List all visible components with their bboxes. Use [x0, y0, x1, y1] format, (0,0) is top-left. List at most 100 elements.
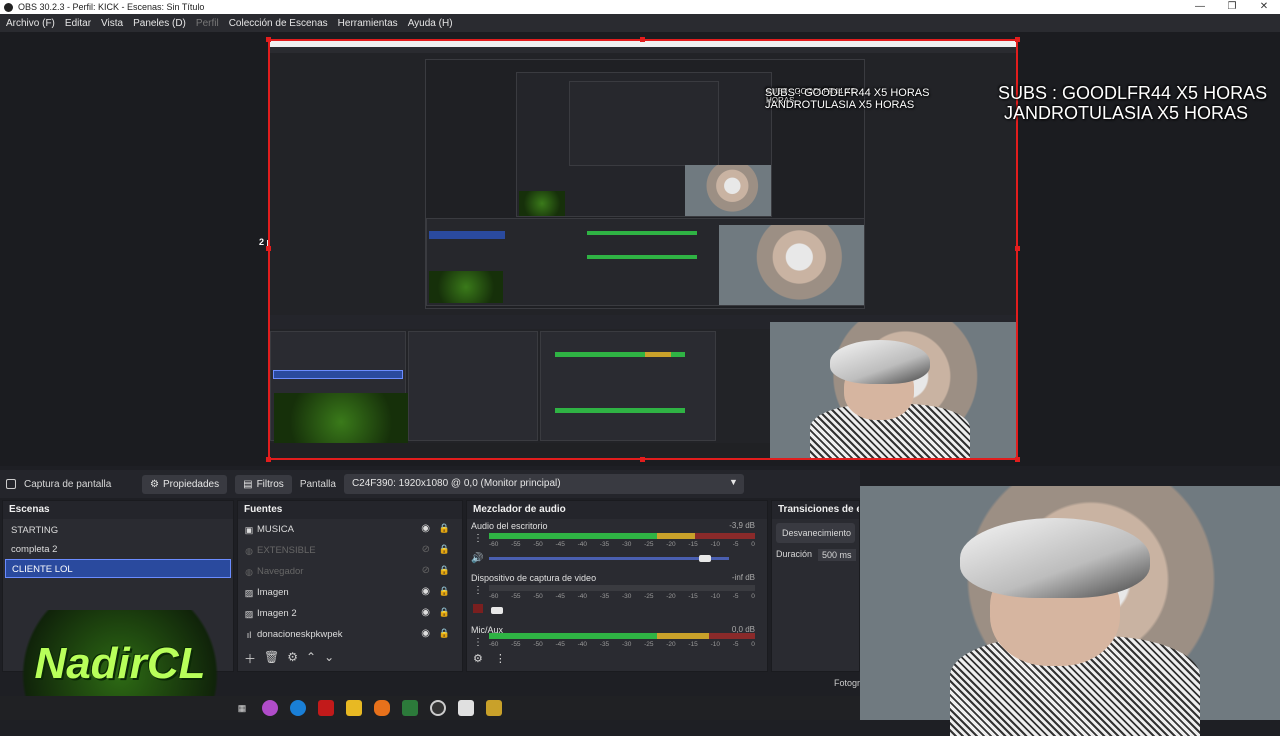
add-source-icon[interactable]: ＋ [244, 650, 256, 667]
resize-handle-bc[interactable] [640, 457, 645, 462]
notepad-icon[interactable] [486, 700, 502, 716]
menu-vista[interactable]: Vista [101, 18, 123, 29]
lock-icon[interactable]: 🔒 [439, 523, 450, 534]
store-icon[interactable] [458, 700, 474, 716]
source-settings-icon[interactable]: ⚙ [287, 650, 298, 667]
app-icon[interactable] [402, 700, 418, 716]
meter-tick-label: -30 [621, 541, 632, 548]
eye-hidden-icon[interactable]: ⊘ [422, 544, 430, 555]
duration-label: Duración [776, 549, 813, 559]
meter-tick-label: -20 [666, 541, 676, 548]
chevron-down-icon: ▼ [729, 477, 738, 487]
eye-hidden-icon[interactable]: ⊘ [422, 565, 430, 576]
meter-tick-label: -60 [489, 593, 499, 600]
menu-archivo[interactable]: Archivo (F) [6, 18, 55, 29]
channel-db: -3,9 dB [729, 521, 755, 530]
menu-herramientas[interactable]: Herramientas [338, 18, 398, 29]
resize-handle-bl[interactable] [266, 457, 271, 462]
mixer-menu-icon[interactable]: ⋮ [495, 652, 506, 665]
window-title: OBS 30.2.3 - Perfil: KICK - Escenas: Sin… [18, 2, 205, 12]
menu-ayuda[interactable]: Ayuda (H) [408, 18, 453, 29]
lock-icon[interactable]: 🔒 [439, 544, 450, 555]
resize-handle-tc[interactable] [640, 37, 645, 42]
channel-menu-icon[interactable]: ⋮ [473, 585, 483, 596]
channel-menu-icon[interactable]: ⋮ [473, 637, 483, 648]
channel-db: -inf dB [731, 573, 755, 582]
resize-handle-br[interactable] [1015, 457, 1020, 462]
obs-icon[interactable] [430, 700, 446, 716]
properties-button[interactable]: ⚙ Propiedades [142, 474, 228, 494]
source-item-musica[interactable]: ▣ MUSICA ◉ 🔒 [238, 519, 462, 540]
subs-line-2: JANDROTULASIA X5 HORAS [1003, 102, 1249, 123]
source-item-extensible[interactable]: ◍ EXTENSIBLE ⊘ 🔒 [238, 540, 462, 561]
source-item-navegador[interactable]: ◍ Navegador ⊘ 🔒 [238, 561, 462, 582]
remove-source-icon[interactable]: 🗑 [264, 650, 279, 667]
meter-scale: -60 -55 -50 -45 -40 -35 -30 -25 -20 -15 -10 -5 0 [489, 593, 755, 600]
opera-icon[interactable] [318, 700, 334, 716]
menu-paneles[interactable]: Paneles (D) [133, 18, 186, 29]
display-select[interactable]: C24F390: 1920x1080 @ 0,0 (Monitor princi… [343, 474, 744, 494]
source-item-donaciones[interactable]: ıl donacioneskpkwpek ◉ 🔒 [238, 624, 462, 645]
taskbar: ▦ [0, 696, 860, 720]
meter-tick-label: -45 [555, 541, 565, 548]
menu-coleccion[interactable]: Colección de Escenas [229, 18, 328, 29]
volume-slider[interactable] [489, 557, 729, 560]
maximize-button[interactable]: ❐ [1216, 0, 1248, 14]
source-item-imagen-2[interactable]: ▨ Imagen 2 ◉ 🔒 [238, 603, 462, 624]
volume-slider-knob[interactable] [491, 607, 503, 614]
audio-source-icon: ▣ [244, 524, 254, 535]
display-label: Pantalla [299, 478, 336, 490]
transition-select[interactable]: Desvanecimiento [776, 523, 855, 543]
source-name: Captura de pantalla [24, 478, 112, 490]
lock-icon[interactable]: 🔒 [439, 628, 450, 639]
scene-item-starting[interactable]: STARTING [5, 521, 231, 540]
browser-source-icon: ◍ [245, 545, 253, 556]
copilot-icon[interactable] [262, 700, 278, 716]
resize-handle-ml[interactable] [266, 246, 271, 251]
duration-input[interactable]: 500 ms [818, 549, 856, 561]
sources-title: Fuentes [238, 501, 462, 519]
muted-speaker-icon[interactable] [473, 604, 483, 613]
preview-canvas[interactable]: SUBS : GOODLFR44 X5 HORAS SUBS : GOODLFR… [268, 39, 1018, 460]
eye-icon[interactable]: ◉ [421, 586, 430, 597]
scene-item-completa-2[interactable]: completa 2 [5, 540, 231, 559]
meter-tick-label: -35 [599, 641, 610, 648]
meter-tick-label: 0 [751, 541, 755, 548]
move-up-icon[interactable]: ⌃ [306, 650, 316, 667]
volume-slider-knob[interactable] [699, 555, 711, 562]
resize-handle-mr[interactable] [1015, 246, 1020, 251]
meter-tick-label: -30 [621, 593, 632, 600]
minimize-button[interactable]: — [1184, 0, 1216, 14]
move-down-icon[interactable]: ⌄ [324, 650, 334, 667]
meter-tick-label: -45 [555, 641, 565, 648]
eye-icon[interactable]: ◉ [421, 607, 430, 618]
eye-icon[interactable]: ◉ [421, 523, 430, 534]
folder-icon[interactable] [346, 700, 362, 716]
resize-handle-tr[interactable] [1015, 37, 1020, 42]
source-item-imagen[interactable]: ▨ Imagen ◉ 🔒 [238, 582, 462, 603]
meter-tick-label: -15 [688, 593, 698, 600]
transitions-dock: Transiciones de esc Desvanecimiento Dura… [771, 500, 860, 672]
edge-icon[interactable] [290, 700, 306, 716]
task-view-icon[interactable]: ▦ [234, 700, 250, 716]
filters-button[interactable]: ▤ Filtros [235, 474, 292, 494]
brave-icon[interactable] [374, 700, 390, 716]
channel-menu-icon[interactable]: ⋮ [473, 533, 483, 544]
menu-perfil[interactable]: Perfil [196, 18, 219, 29]
resize-handle-tl[interactable] [266, 37, 271, 42]
meter-tick-label: -40 [577, 641, 588, 648]
lock-icon[interactable]: 🔒 [439, 586, 450, 597]
lock-icon[interactable]: 🔒 [439, 607, 450, 618]
lock-icon[interactable]: 🔒 [439, 565, 450, 576]
close-button[interactable]: ✕ [1248, 0, 1280, 14]
display-value: C24F390: 1920x1080 @ 0,0 (Monitor princi… [351, 478, 561, 489]
mixer-settings-icon[interactable]: ⚙ [473, 652, 483, 665]
meter-tick-label: -35 [599, 541, 610, 548]
scene-item-cliente-lol[interactable]: CLIENTE LOL [5, 559, 231, 578]
eye-icon[interactable]: ◉ [421, 628, 430, 639]
source-label: Imagen [257, 587, 289, 598]
speaker-icon[interactable]: 🔊 [471, 553, 483, 564]
title-bar: OBS 30.2.3 - Perfil: KICK - Escenas: Sin… [0, 0, 1280, 14]
menu-editar[interactable]: Editar [65, 18, 91, 29]
nested-logo-small [519, 191, 565, 216]
